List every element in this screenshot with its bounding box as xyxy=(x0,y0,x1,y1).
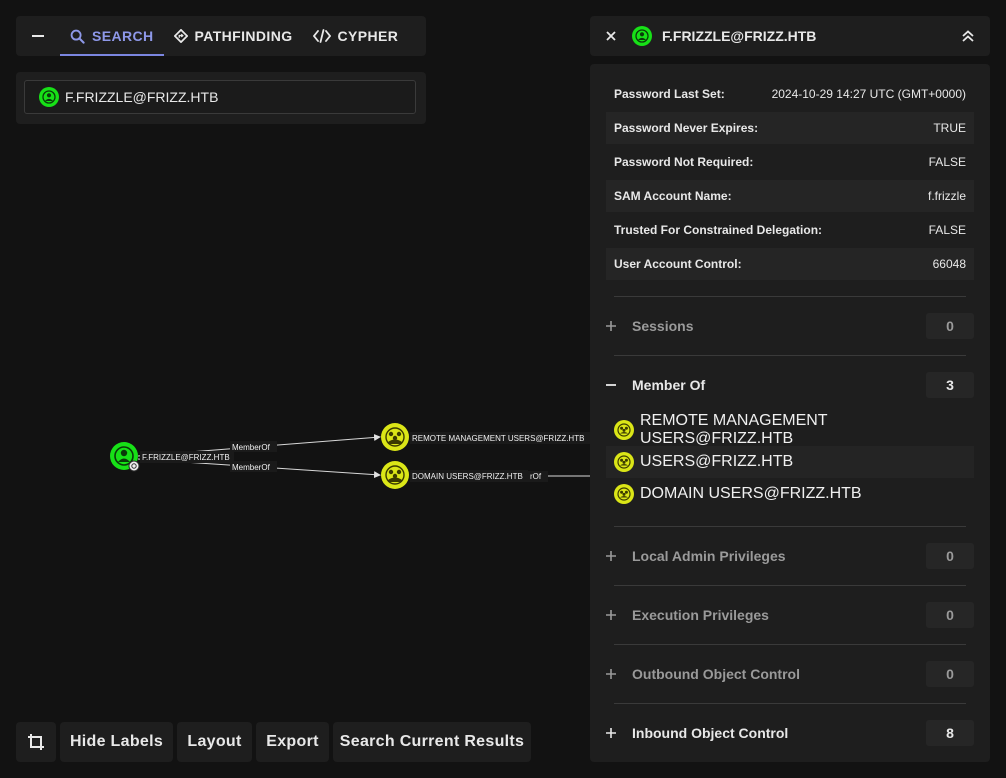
property-row: SAM Account Name: f.frizzle xyxy=(606,180,974,212)
section-member-of[interactable]: Member Of 3 xyxy=(606,372,974,398)
section-inbound-object-control[interactable]: Inbound Object Control 8 xyxy=(606,720,974,746)
search-panel: F.FRIZZLE@FRIZZ.HTB xyxy=(16,72,426,124)
user-icon xyxy=(39,87,59,107)
entity-panel-header: F.FRIZZLE@FRIZZ.HTB xyxy=(590,16,990,56)
layout-button[interactable]: Layout xyxy=(177,722,252,762)
graph-canvas[interactable]: MemberOf MemberOf rOf F.FRIZZLE@FRIZZ.HT… xyxy=(0,130,590,700)
property-key: Trusted For Constrained Delegation: xyxy=(614,223,823,237)
edge-label-partial: rOf xyxy=(530,472,542,481)
node-label-group-remote: REMOTE MANAGEMENT USERS@FRIZZ.HTB xyxy=(412,434,584,443)
code-icon xyxy=(312,29,331,43)
member-of-label: USERS@FRIZZ.HTB xyxy=(640,453,794,470)
section-title: Execution Privileges xyxy=(632,607,769,623)
divider xyxy=(614,585,966,586)
property-key: SAM Account Name: xyxy=(614,189,732,203)
search-current-results-button[interactable]: Search Current Results xyxy=(333,722,531,762)
edge-label-memberof: MemberOf xyxy=(232,443,271,452)
collapse-panel-button[interactable] xyxy=(946,30,990,42)
property-key: Password Last Set: xyxy=(614,87,725,101)
export-button[interactable]: Export xyxy=(256,722,329,762)
section-execution-privileges[interactable]: Execution Privileges 0 xyxy=(606,602,974,628)
plus-icon xyxy=(606,551,616,561)
section-sessions[interactable]: Sessions 0 xyxy=(606,313,974,339)
pathfinding-icon xyxy=(173,29,188,43)
user-icon xyxy=(632,26,652,46)
property-key: Password Not Required: xyxy=(614,155,754,169)
node-label-user: F.FRIZZLE@FRIZZ.HTB xyxy=(142,453,230,462)
search-value: F.FRIZZLE@FRIZZ.HTB xyxy=(65,89,219,105)
section-count: 0 xyxy=(926,313,974,339)
divider xyxy=(614,296,966,297)
section-count: 8 xyxy=(926,720,974,746)
minus-icon xyxy=(32,35,44,37)
group-icon xyxy=(614,452,634,472)
member-of-item[interactable]: USERS@FRIZZ.HTB xyxy=(606,446,974,478)
section-local-admin[interactable]: Local Admin Privileges 0 xyxy=(606,543,974,569)
section-title: Outbound Object Control xyxy=(632,666,800,682)
tab-pathfinding-label: PATHFINDING xyxy=(194,28,293,44)
member-of-label: DOMAIN USERS@FRIZZ.HTB xyxy=(640,485,862,502)
member-of-item[interactable]: REMOTE MANAGEMENT USERS@FRIZZ.HTB xyxy=(606,412,974,447)
tab-cypher-label: CYPHER xyxy=(337,28,399,44)
section-count: 0 xyxy=(926,543,974,569)
property-value: FALSE xyxy=(928,223,966,237)
divider xyxy=(614,703,966,704)
property-value: 66048 xyxy=(932,257,966,271)
plus-icon xyxy=(606,728,616,738)
entity-panel-body[interactable]: Password Last Set: 2024-10-29 14:27 UTC … xyxy=(590,64,990,762)
section-outbound-object-control[interactable]: Outbound Object Control 0 xyxy=(606,661,974,687)
tab-search-label: SEARCH xyxy=(92,28,154,44)
divider xyxy=(614,644,966,645)
collapse-search-button[interactable] xyxy=(16,16,60,56)
group-icon xyxy=(614,420,634,440)
section-count: 0 xyxy=(926,602,974,628)
explore-tabs: SEARCH PATHFINDING CYPHER xyxy=(16,16,426,56)
property-key: Password Never Expires: xyxy=(614,121,759,135)
member-of-item[interactable]: DOMAIN USERS@FRIZZ.HTB xyxy=(606,478,974,510)
node-search-input[interactable]: F.FRIZZLE@FRIZZ.HTB xyxy=(24,80,416,114)
property-value: f.frizzle xyxy=(927,189,966,203)
section-count: 0 xyxy=(926,661,974,687)
plus-icon xyxy=(606,321,616,331)
crop-icon xyxy=(28,734,44,750)
crop-button[interactable] xyxy=(16,722,56,762)
edge-label-memberof: MemberOf xyxy=(232,463,271,472)
graph-node-group-domain-users[interactable]: DOMAIN USERS@FRIZZ.HTB xyxy=(381,461,528,489)
entity-title: F.FRIZZLE@FRIZZ.HTB xyxy=(662,28,817,44)
property-key: User Account Control: xyxy=(614,257,742,271)
member-of-label: REMOTE MANAGEMENT USERS@FRIZZ.HTB xyxy=(640,412,828,447)
property-row: User Account Control: 66048 xyxy=(606,248,974,280)
group-icon xyxy=(614,484,634,504)
property-value: 2024-10-29 14:27 UTC (GMT+0000) xyxy=(771,87,966,101)
divider xyxy=(614,526,966,527)
property-value: TRUE xyxy=(933,121,966,135)
section-title: Inbound Object Control xyxy=(632,725,789,741)
tab-pathfinding[interactable]: PATHFINDING xyxy=(164,16,303,56)
graph-node-user[interactable]: F.FRIZZLE@FRIZZ.HTB xyxy=(110,442,234,472)
property-row: Trusted For Constrained Delegation: FALS… xyxy=(606,214,974,246)
close-panel-button[interactable] xyxy=(590,31,632,41)
section-title: Member Of xyxy=(632,377,706,393)
search-icon xyxy=(70,29,85,44)
minus-icon xyxy=(606,384,616,386)
property-row: Password Never Expires: TRUE xyxy=(606,112,974,144)
section-title: Local Admin Privileges xyxy=(632,548,786,564)
property-row: Password Last Set: 2024-10-29 14:27 UTC … xyxy=(606,78,974,110)
hide-labels-button[interactable]: Hide Labels xyxy=(60,722,173,762)
tab-cypher[interactable]: CYPHER xyxy=(303,16,409,56)
section-title: Sessions xyxy=(632,318,694,334)
node-label-group-domain: DOMAIN USERS@FRIZZ.HTB xyxy=(412,472,523,481)
property-row: Password Not Required: FALSE xyxy=(606,146,974,178)
chevrons-up-icon xyxy=(962,30,974,42)
property-value: FALSE xyxy=(928,155,966,169)
plus-icon xyxy=(606,669,616,679)
section-count: 3 xyxy=(926,372,974,398)
tab-search[interactable]: SEARCH xyxy=(60,16,164,56)
plus-icon xyxy=(606,610,616,620)
graph-node-group-remote-management[interactable]: REMOTE MANAGEMENT USERS@FRIZZ.HTB xyxy=(381,423,590,451)
divider xyxy=(614,355,966,356)
close-icon xyxy=(606,31,616,41)
